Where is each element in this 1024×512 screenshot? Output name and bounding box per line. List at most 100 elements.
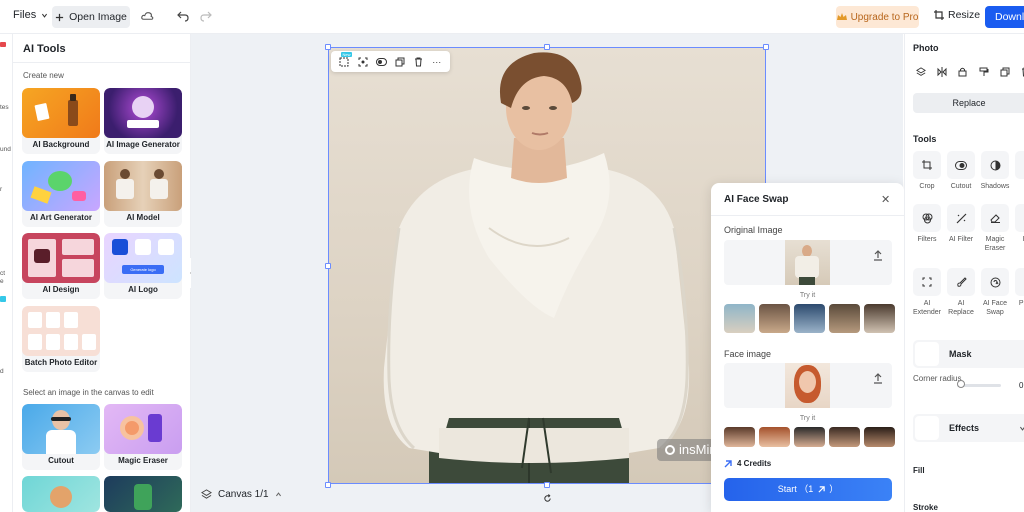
corner-radius-slider-knob[interactable] [957,380,965,388]
tool-partial-2[interactable]: Enh [1014,204,1024,244]
files-menu[interactable]: Files [13,9,48,21]
section-select-image: Select an image in the canvas to edit [23,388,154,397]
resize-handle-bottom[interactable] [544,482,550,488]
paint-roller-icon[interactable] [976,64,991,79]
rail-item-2[interactable]: r [0,186,2,193]
tool-filters[interactable]: Filters [912,204,942,244]
tool-icon [1015,268,1024,296]
divider [13,62,191,63]
trash-icon[interactable] [1018,64,1024,79]
tool-ai-replace[interactable]: AI Replace [946,268,976,317]
sample-original-thumb[interactable] [794,304,825,333]
card-ai-background[interactable]: AI Background [22,88,100,154]
rail-item-0[interactable]: tes [0,104,9,111]
replace-button[interactable]: Replace [913,93,1024,113]
sample-original-thumb[interactable] [724,304,755,333]
cloud-icon[interactable] [140,9,154,23]
resize-button[interactable]: Resize [934,9,980,21]
close-icon[interactable]: ✕ [881,193,890,206]
canvas-switch-label: Canvas 1/1 [218,489,269,500]
trash-icon[interactable] [412,56,424,68]
canvas-switcher[interactable]: Canvas 1/1 [201,489,282,500]
ai-logo-thumbnail: Generate logo [104,233,182,283]
card-cutout[interactable]: Cutout [22,404,100,470]
card-magic-eraser[interactable]: Magic Eraser [104,404,182,470]
start-button[interactable]: Start （1 ） [724,478,892,501]
face-image-dropzone[interactable] [724,363,892,408]
sample-face-thumb[interactable] [829,427,860,447]
tool-magic-eraser[interactable]: Magic Eraser [980,204,1010,253]
effects-row[interactable]: Effects [913,414,1024,442]
mask-row[interactable]: Mask [913,340,1024,368]
sample-face-thumb[interactable] [724,427,755,447]
resize-handle-bottom-left[interactable] [325,482,331,488]
upload-icon[interactable] [872,249,884,261]
focus-icon[interactable] [357,56,369,68]
sample-face-thumb[interactable] [794,427,825,447]
upload-icon[interactable] [872,372,884,384]
layers-icon[interactable] [913,64,928,79]
sample-original-thumb[interactable] [759,304,790,333]
download-button[interactable]: Download [985,6,1024,28]
ai-select-icon[interactable] [338,56,350,68]
rail-item-1[interactable]: und [0,146,11,153]
card-ai-design[interactable]: AI Design [22,233,100,299]
toggle-icon[interactable] [375,56,387,68]
flip-icon[interactable] [934,64,949,79]
chevron-down-icon [42,13,48,18]
tool-crop[interactable]: Crop [912,151,942,191]
sample-original-thumb[interactable] [829,304,860,333]
card-ai-model[interactable]: AI Model [104,161,182,227]
lock-icon[interactable] [955,64,970,79]
card-label: AI Logo [128,285,158,294]
tool-ai-filter[interactable]: AI Filter [946,204,976,244]
duplicate-icon[interactable] [394,56,406,68]
rail-badge [0,42,6,47]
duplicate-icon[interactable] [997,64,1012,79]
rail-item-4[interactable]: e [0,278,4,285]
tool-shadows[interactable]: Shadows [980,151,1010,191]
tool-cutout[interactable]: Cutout [946,151,976,191]
effects-label: Effects [949,423,980,433]
open-image-button[interactable]: Open Image [52,6,130,28]
sample-face-thumb[interactable] [864,427,895,447]
rail-item-5[interactable]: d [0,368,4,375]
tool-ai-extender[interactable]: AI Extender [912,268,942,317]
sample-face-thumb[interactable] [759,427,790,447]
face-swap-title: AI Face Swap [724,194,789,205]
new-badge: New [341,52,352,57]
card-ai-logo[interactable]: Generate logo AI Logo [104,233,182,299]
resize-handle-left[interactable] [325,263,331,269]
cutout-icon [947,151,975,179]
card-partial-left[interactable] [22,476,100,512]
tool-ai-face-swap[interactable]: AI Face Swap [980,268,1010,317]
resize-handle-top[interactable] [544,44,550,50]
upgrade-button[interactable]: Upgrade to Pro [836,6,919,28]
tool-label: AI Filter [948,236,974,243]
card-ai-image-generator[interactable]: AI Image Generator [104,88,182,154]
resize-handle-top-left[interactable] [325,44,331,50]
cutout-thumbnail [22,404,100,454]
layers-icon [201,489,212,499]
resize-handle-top-right[interactable] [763,44,769,50]
sample-original-thumb[interactable] [864,304,895,333]
tool-partial-1[interactable]: Ad [1014,151,1024,191]
selected-photo[interactable] [328,47,766,484]
original-image-dropzone[interactable] [724,240,892,285]
tool-label: Enh [1014,235,1024,244]
rotate-icon[interactable] [542,493,552,503]
replace-brush-icon [947,268,975,296]
tool-partial-3[interactable]: Pro co [1014,268,1024,308]
card-ai-art-generator[interactable]: AI Art Generator [22,161,100,227]
card-batch-photo-editor[interactable]: Batch Photo Editor [22,306,100,372]
rail-item-3[interactable]: ct [0,270,5,277]
more-icon[interactable]: ··· [431,56,443,68]
try-it-label: Try it [799,292,816,299]
download-label: Download [995,11,1024,23]
tool-label: Pro co [1018,300,1024,307]
tools-heading: Tools [913,134,937,144]
redo-icon[interactable] [199,9,213,23]
undo-icon[interactable] [176,9,190,23]
resize-label: Resize [948,9,981,21]
card-partial-right[interactable] [104,476,182,512]
